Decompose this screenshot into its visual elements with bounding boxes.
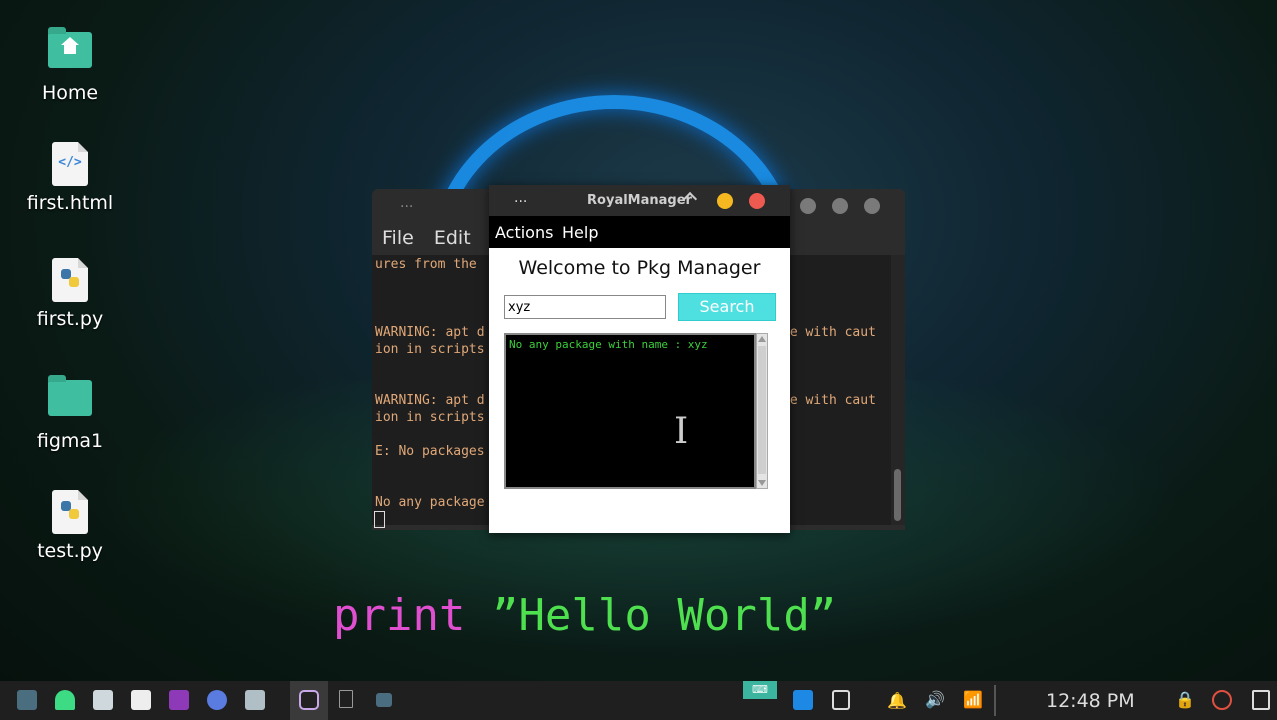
folder-home-icon	[48, 27, 92, 76]
menu-help[interactable]: Help	[562, 223, 598, 242]
python-file-icon	[48, 258, 92, 302]
menu-file[interactable]: File	[382, 227, 414, 249]
wallpaper-print-hello-world: print ”Hello World”	[333, 590, 836, 641]
settings-panel-icon[interactable]	[245, 690, 265, 710]
desktop-icon-label: Home	[41, 82, 99, 104]
clock[interactable]: 12:48 PM	[1046, 690, 1135, 712]
desktop-icon-first-py[interactable]: first.py	[20, 258, 120, 330]
media-player-icon[interactable]	[169, 690, 189, 710]
terminal-line: ures from the	[375, 257, 477, 272]
terminal-line: ion in scripts	[375, 410, 485, 425]
android-icon[interactable]	[55, 690, 75, 710]
terminal-line: ion in scripts	[375, 342, 485, 357]
scrollbar-thumb[interactable]	[758, 346, 766, 474]
volume-icon[interactable]: 🔊	[925, 690, 945, 709]
terminal-app-icon[interactable]	[299, 690, 319, 710]
close-button[interactable]	[749, 193, 765, 209]
html-file-icon: </>	[48, 142, 92, 186]
power-icon[interactable]	[1212, 690, 1232, 710]
wallpaper-keyword: print	[333, 590, 466, 641]
terminal-line: No any package	[375, 495, 485, 510]
menu-actions[interactable]: Actions	[495, 223, 553, 242]
desktop-icon-label: first.py	[36, 308, 104, 330]
text-cursor-icon: I	[674, 411, 689, 452]
terminal-menubar: File Edit	[382, 227, 485, 249]
minimize-button[interactable]	[717, 193, 733, 209]
royal-manager-titlebar[interactable]: ... RoyalManager	[489, 185, 790, 216]
window-title: RoyalManager	[587, 193, 692, 208]
scroll-up-arrow-icon[interactable]	[758, 336, 766, 342]
notification-bell-icon[interactable]: 🔔	[887, 691, 907, 710]
desktop-icon-label: first.html	[26, 192, 114, 214]
logout-icon[interactable]	[1252, 690, 1270, 710]
lock-icon[interactable]: 🔒	[1175, 690, 1195, 709]
result-text: No any package with name : xyz	[509, 338, 708, 351]
desktop-icon-test-py[interactable]: test.py	[20, 490, 120, 562]
clipboard-icon[interactable]	[832, 690, 850, 710]
wifi-icon[interactable]: 📶	[963, 690, 983, 709]
text-editor-icon[interactable]	[131, 690, 151, 710]
document-icon[interactable]	[339, 690, 353, 708]
window-icon[interactable]	[376, 693, 392, 707]
wallpaper-string: ”Hello World”	[491, 590, 837, 641]
output-scrollbar[interactable]	[756, 333, 768, 489]
terminal-close-button[interactable]	[864, 198, 880, 214]
scroll-down-arrow-icon[interactable]	[758, 480, 766, 486]
window-menu-dots[interactable]: ...	[400, 195, 413, 211]
welcome-heading: Welcome to Pkg Manager	[518, 257, 761, 279]
folder-icon	[48, 375, 92, 424]
show-desktop-icon[interactable]	[17, 690, 37, 710]
desktop-icon-first-html[interactable]: </> first.html	[20, 142, 120, 214]
taskbar: ⌨ 🔔 🔊 📶 12:48 PM 🔒	[0, 681, 1277, 720]
folder-blue-icon[interactable]	[793, 690, 813, 710]
desktop-icon-label: figma1	[36, 430, 104, 452]
menu-edit[interactable]: Edit	[434, 227, 471, 249]
python-file-icon	[48, 490, 92, 534]
file-manager-icon[interactable]	[93, 690, 113, 710]
terminal-maximize-button[interactable]	[832, 198, 848, 214]
terminal-cursor	[374, 511, 385, 528]
royal-manager-menubar: Actions Help	[489, 216, 790, 248]
terminal-line: E: No packages	[375, 444, 485, 459]
keyboard-icon[interactable]: ⌨	[743, 681, 777, 699]
desktop-icon-figma1[interactable]: figma1	[20, 374, 120, 452]
royal-manager-window: ... RoyalManager Actions Help Welcome to…	[489, 185, 790, 533]
result-output-area[interactable]: No any package with name : xyz I	[504, 333, 756, 489]
terminal-scrollbar-thumb[interactable]	[894, 469, 901, 521]
package-search-input[interactable]	[504, 295, 666, 319]
desktop-icon-home[interactable]: Home	[20, 26, 120, 104]
terminal-minimize-button[interactable]	[800, 198, 816, 214]
taskbar-separator	[994, 685, 996, 716]
desktop-icon-label: test.py	[37, 540, 103, 562]
search-button[interactable]: Search	[678, 293, 776, 321]
browser-compass-icon[interactable]	[207, 690, 227, 710]
